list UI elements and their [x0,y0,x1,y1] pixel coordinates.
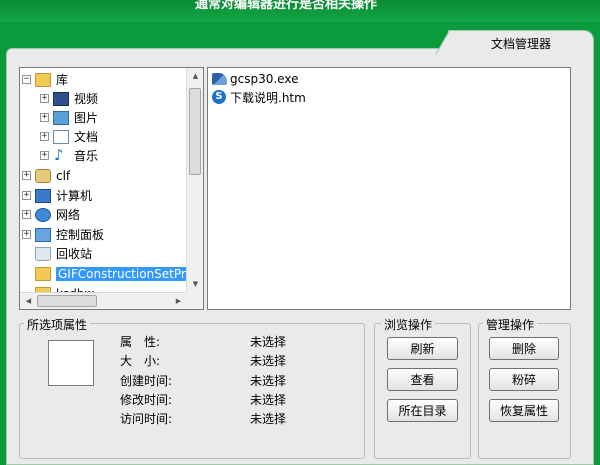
file-item[interactable]: gcsp30.exe [212,70,298,88]
prop-value-created: 未选择 [250,374,287,388]
prop-value-modified: 未选择 [250,393,287,407]
tree-item-videos[interactable]: + 视频 [40,89,98,108]
tree-item-clf[interactable]: + clf [22,166,70,185]
expand-icon[interactable]: + [40,132,49,141]
tree-item-label: 网络 [56,208,81,222]
tree-item-computer[interactable]: + 计算机 [22,186,92,205]
preview-thumbnail [48,340,94,386]
tree-item-documents[interactable]: + 文档 [40,127,98,146]
expand-icon[interactable]: + [22,171,31,180]
restore-attributes-button[interactable]: 恢复属性 [489,399,559,422]
tree-item-recycle-bin[interactable]: 回收站 [35,244,92,263]
tree-item-network[interactable]: + 网络 [22,205,80,224]
header-title: 通常对编辑器进行是否相关操作 [195,0,378,12]
scrollbar-corner [186,292,203,309]
scroll-left-arrow-icon[interactable]: ◀ [20,293,37,309]
tree-vertical-scrollbar[interactable]: ▲ ▼ [186,68,203,293]
header-band: 通常对编辑器进行是否相关操作 [0,0,600,22]
file-name: 下载说明.htm [230,90,306,105]
folder-icon [35,266,51,281]
recycle-bin-icon [35,246,51,261]
tree-item-music[interactable]: + 音乐 [40,146,98,165]
folder-tree[interactable]: − 库 + 视频 + 图片 + 文档 + 音乐 + clf + 计算机 + 网络… [19,67,204,310]
tree-item-label: GIFConstructionSetPro [56,266,195,281]
shred-button[interactable]: 粉碎 [489,368,559,391]
network-icon [35,207,51,222]
tree-item-label: 计算机 [56,189,93,203]
document-icon [53,129,69,144]
control-panel-icon [35,227,51,242]
tree-item-label: 图片 [74,111,99,125]
file-list[interactable]: gcsp30.exe S 下载说明.htm [207,67,571,310]
prop-value-size: 未选择 [250,354,287,368]
expand-icon[interactable]: + [22,191,31,200]
prop-label-created: 创建时间: [120,374,173,388]
file-item[interactable]: S 下载说明.htm [212,88,306,106]
expand-icon[interactable]: + [40,113,49,122]
tree-item-label: 控制面板 [56,228,105,242]
htm-icon: S [212,90,226,104]
music-note-icon [53,146,69,164]
tree-horizontal-scrollbar[interactable]: ◀ ▶ [20,292,187,309]
delete-button[interactable]: 删除 [489,337,559,360]
tree-item-label: 库 [56,73,69,87]
user-folder-icon [35,168,51,183]
tab-document-manager[interactable]: 文档管理器 [448,30,594,54]
scroll-right-arrow-icon[interactable]: ▶ [170,293,187,309]
properties-group-title: 所选项属性 [24,316,91,333]
expand-icon[interactable]: + [40,151,49,160]
computer-icon [35,188,51,203]
video-icon [53,91,69,106]
scroll-up-arrow-icon[interactable]: ▲ [187,68,203,85]
expand-icon[interactable]: + [40,94,49,103]
tree-item-label: 回收站 [56,247,93,261]
library-folder-icon [35,72,51,87]
expand-icon[interactable]: + [22,210,31,219]
vertical-scroll-thumb[interactable] [189,88,201,175]
prop-label-attribute: 属 性: [120,335,161,349]
tree-item-label: 音乐 [74,149,99,163]
tree-item-control-panel[interactable]: + 控制面板 [22,225,104,244]
tree-item-label: clf [56,168,71,183]
picture-icon [53,110,69,125]
tree-item-library[interactable]: − 库 [22,70,68,89]
tree-item-pictures[interactable]: + 图片 [40,108,98,127]
browse-group-title: 浏览操作 [381,316,436,333]
prop-label-accessed: 访问时间: [120,412,173,426]
tree-item-label: 视频 [74,92,99,106]
view-button[interactable]: 查看 [387,368,458,391]
tab-label: 文档管理器 [490,37,551,51]
tree-item-gifconstructionsetpro[interactable]: GIFConstructionSetPro [35,264,195,283]
prop-value-attribute: 未选择 [250,335,287,349]
prop-label-size: 大 小: [120,354,161,368]
manage-group-title: 管理操作 [483,316,538,333]
open-containing-folder-button[interactable]: 所在目录 [387,399,458,422]
tree-item-label: 文档 [74,130,99,144]
exe-icon [212,73,227,85]
collapse-icon[interactable]: − [22,75,31,84]
refresh-button[interactable]: 刷新 [387,337,458,360]
prop-label-modified: 修改时间: [120,393,173,407]
scroll-down-arrow-icon[interactable]: ▼ [187,276,203,293]
expand-icon[interactable]: + [22,230,31,239]
prop-value-accessed: 未选择 [250,412,287,426]
file-name: gcsp30.exe [230,72,299,86]
horizontal-scroll-thumb[interactable] [37,295,97,307]
